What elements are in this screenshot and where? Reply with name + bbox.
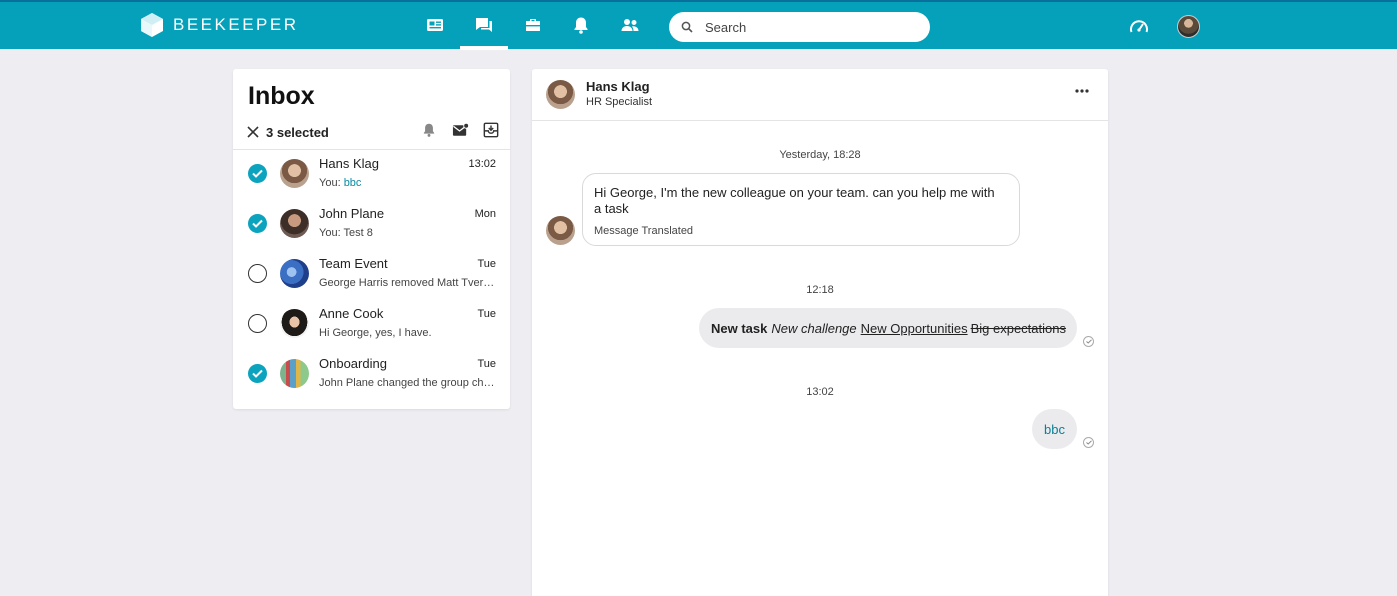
top-bar: BEEKEEPER <box>0 0 1397 50</box>
sender-avatar[interactable] <box>546 216 575 245</box>
underline-text: New Opportunities <box>860 320 968 336</box>
group-avatar <box>280 259 309 288</box>
archive-icon <box>483 122 499 138</box>
timestamp: Yesterday, 18:28 <box>779 149 861 161</box>
timestamp: 12:18 <box>806 284 834 296</box>
conversation-preview: You: Test 8 <box>319 227 497 239</box>
checkmark-icon <box>252 369 263 378</box>
nav-people[interactable] <box>615 10 645 40</box>
checkbox-checked[interactable] <box>248 214 267 233</box>
chat-icon <box>476 18 492 32</box>
preview-text: John Plane changed the group chat name <box>319 377 497 389</box>
avatar <box>280 309 309 338</box>
avatar <box>280 159 309 188</box>
strikethrough-text: Big expectations <box>970 320 1066 336</box>
conversation-row[interactable]: John Plane Mon You: Test 8 <box>233 201 510 251</box>
search-input[interactable] <box>705 19 905 35</box>
newsfeed-icon <box>427 19 443 31</box>
conversation-name: Team Event <box>319 256 388 271</box>
message-text: Hi George, I'm the new colleague on your… <box>594 185 995 216</box>
checkmark-icon <box>252 219 263 228</box>
conversation-name: Onboarding <box>319 356 387 371</box>
conversation-name: John Plane <box>319 206 385 221</box>
conversation-time: Tue <box>477 258 496 270</box>
inbox-title: Inbox <box>248 82 315 110</box>
conversation-row[interactable]: Anne Cook Tue Hi George, yes, I have. <box>233 301 510 351</box>
search-bar[interactable] <box>669 12 930 42</box>
mail-icon <box>452 122 469 136</box>
beekeeper-logo-icon <box>141 13 163 37</box>
conversation-time: 13:02 <box>468 158 496 170</box>
outgoing-message[interactable]: bbc <box>1032 409 1077 449</box>
preview-prefix: You: <box>319 177 344 189</box>
search-icon <box>681 21 693 33</box>
bell-muted-icon <box>423 123 435 137</box>
divider <box>233 149 510 150</box>
conversation-row[interactable]: Onboarding Tue John Plane changed the gr… <box>233 351 510 401</box>
outgoing-message[interactable]: New task New challenge New Opportunities… <box>698 308 1077 348</box>
nav-chats[interactable] <box>469 10 499 40</box>
conversation-preview: Hi George, yes, I have. <box>319 327 497 339</box>
incoming-message[interactable]: Hi George, I'm the new colleague on your… <box>582 173 1020 246</box>
bell-icon <box>574 17 588 34</box>
conversation-name: Anne Cook <box>319 306 384 321</box>
tools-icon <box>526 19 540 31</box>
brand[interactable]: BEEKEEPER <box>141 12 299 38</box>
avatar <box>280 209 309 238</box>
preview-text: George Harris removed Matt Tvergaard <box>319 277 497 289</box>
archive-button[interactable] <box>482 121 500 139</box>
mark-unread-button[interactable] <box>451 121 469 139</box>
checkbox-checked[interactable] <box>248 164 267 183</box>
preview-text: bbc <box>343 177 362 189</box>
preview-text: Test 8 <box>343 227 373 239</box>
preview-prefix: You: <box>319 227 344 239</box>
chat-header: Hans Klag HR Specialist <box>532 69 1108 121</box>
conversation-time: Mon <box>474 208 496 220</box>
nav-newsfeed[interactable] <box>420 10 450 40</box>
conversation-row[interactable]: Hans Klag 13:02 You: bbc <box>233 151 510 201</box>
selected-count: 3 selected <box>266 124 329 140</box>
nav-notifications[interactable] <box>566 10 596 40</box>
timestamp: 13:02 <box>806 386 834 398</box>
conversation-preview: You: bbc <box>319 177 497 189</box>
contact-avatar[interactable] <box>546 80 575 109</box>
sent-check-icon <box>1083 437 1094 448</box>
brand-name: BEEKEEPER <box>173 15 299 34</box>
checkbox-unchecked[interactable] <box>248 264 267 283</box>
checkbox-unchecked[interactable] <box>248 314 267 333</box>
conversation-preview: John Plane changed the group chat name <box>319 377 497 389</box>
speedometer-icon[interactable] <box>1128 16 1150 38</box>
bold-text: New task <box>710 320 768 336</box>
user-avatar[interactable] <box>1177 15 1200 38</box>
italic-text: New challenge <box>771 320 857 336</box>
close-icon[interactable] <box>247 126 259 138</box>
contact-role: HR Specialist <box>586 96 653 108</box>
conversation-preview: George Harris removed Matt Tvergaard <box>319 277 497 289</box>
preview-text: Hi George, yes, I have. <box>319 327 432 339</box>
conversation-time: Tue <box>477 358 496 370</box>
inbox-panel: Inbox 3 selected Hans Klag 13:02 You: bb… <box>233 69 510 409</box>
chat-panel: Hans Klag HR Specialist Yesterday, 18:28… <box>532 69 1108 596</box>
message-text: bbc <box>1044 421 1065 437</box>
checkmark-icon <box>252 169 263 178</box>
more-options-icon[interactable] <box>1074 87 1090 95</box>
selection-actions <box>420 121 500 139</box>
conversation-name: Hans Klag <box>319 156 379 171</box>
translation-note[interactable]: Message Translated <box>594 225 693 237</box>
checkbox-checked[interactable] <box>248 364 267 383</box>
people-icon <box>621 19 639 31</box>
nav-tools[interactable] <box>518 10 548 40</box>
conversation-row[interactable]: Team Event Tue George Harris removed Mat… <box>233 251 510 301</box>
group-avatar <box>280 359 309 388</box>
nav-active-indicator <box>460 46 508 50</box>
conversation-time: Tue <box>477 308 496 320</box>
sent-check-icon <box>1083 336 1094 347</box>
mute-button[interactable] <box>420 121 438 139</box>
contact-name[interactable]: Hans Klag <box>586 79 650 94</box>
